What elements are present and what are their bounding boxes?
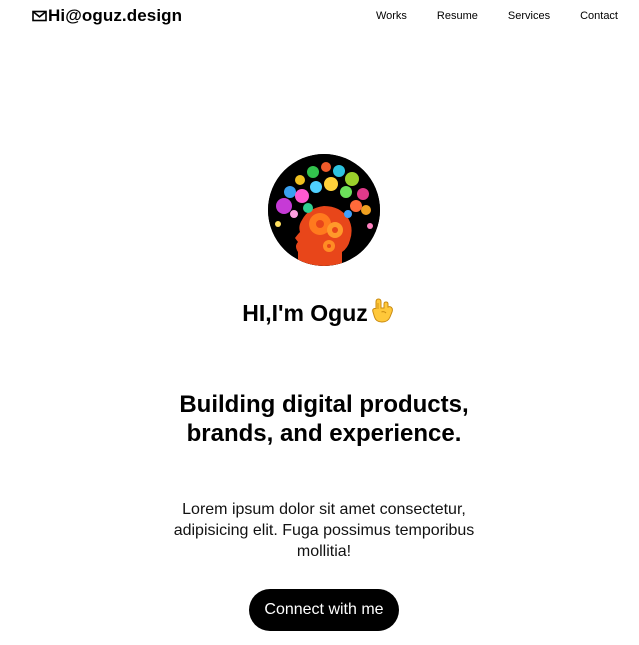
mail-icon bbox=[32, 10, 47, 22]
rock-hand-emoji-icon bbox=[369, 296, 397, 330]
nav-item-works[interactable]: Works bbox=[376, 10, 407, 22]
site-header: Hi@oguz.design Works Resume Services Con… bbox=[0, 0, 639, 34]
nav-item-contact[interactable]: Contact bbox=[580, 10, 618, 22]
page: Hi@oguz.design Works Resume Services Con… bbox=[0, 0, 639, 645]
nav-item-resume[interactable]: Resume bbox=[437, 10, 478, 22]
main-nav: Works Resume Services Contact bbox=[346, 10, 618, 22]
nav-item-services[interactable]: Services bbox=[508, 10, 550, 22]
hero-description: Lorem ipsum dolor sit amet consectetur, … bbox=[173, 501, 475, 560]
connect-button[interactable]: Connect with me bbox=[249, 589, 399, 631]
avatar bbox=[268, 154, 380, 266]
hero-headline: Building digital products, brands, and e… bbox=[179, 391, 469, 447]
greeting-text: HI,I'm Oguz bbox=[242, 299, 368, 326]
brand-email-link[interactable]: Hi@oguz.design bbox=[32, 6, 182, 26]
brand-text: Hi@oguz.design bbox=[48, 6, 183, 25]
greeting-heading: HI,I'm Oguz bbox=[0, 296, 639, 330]
